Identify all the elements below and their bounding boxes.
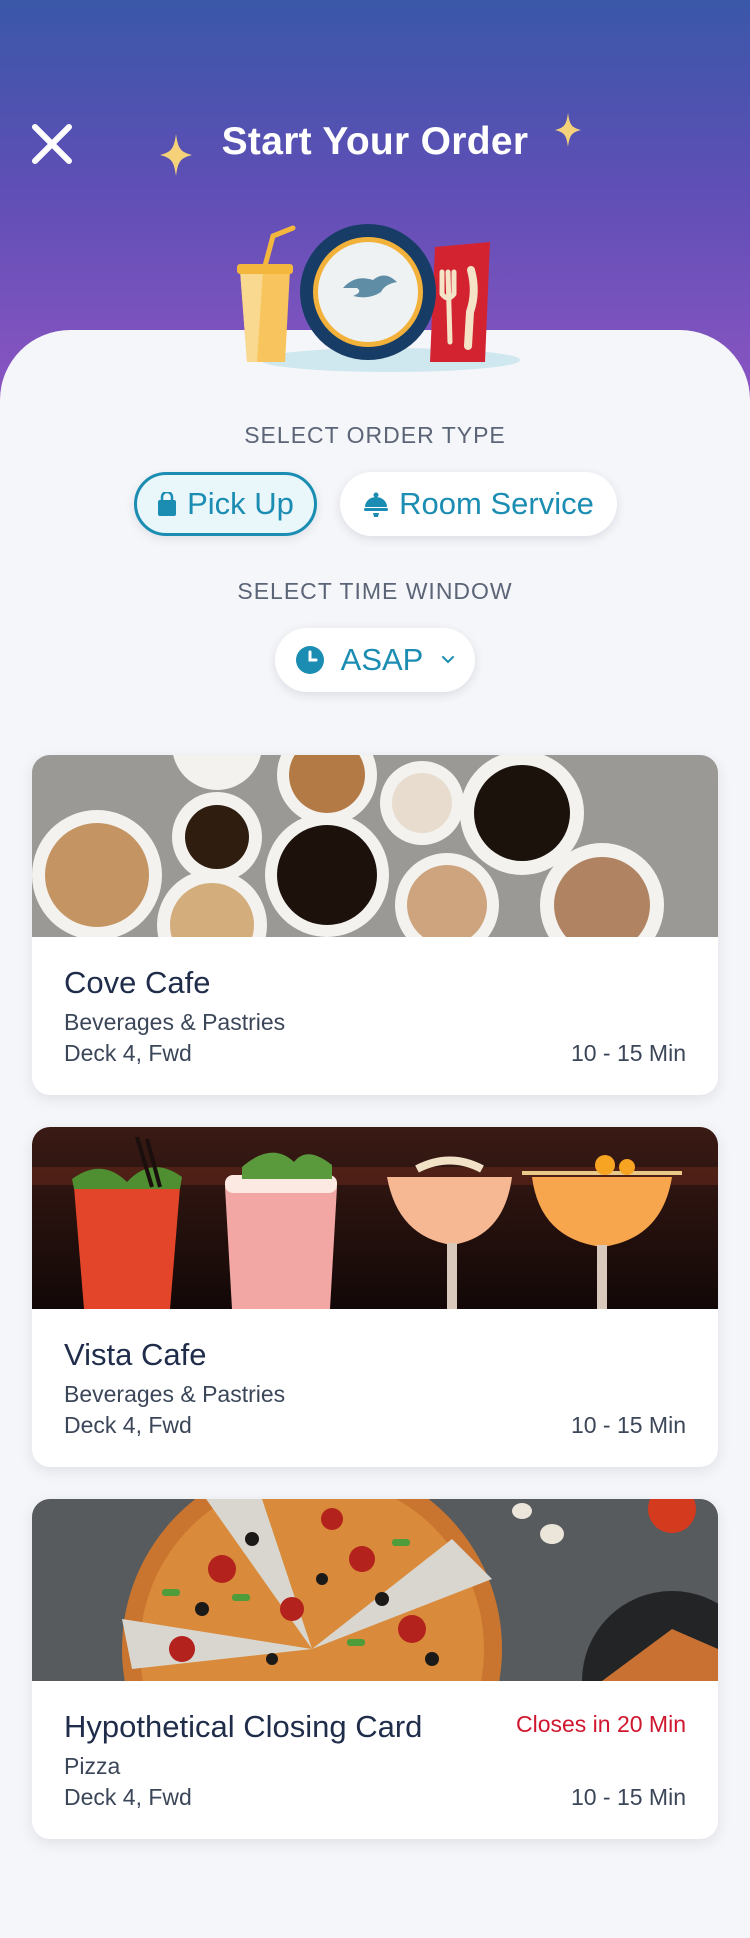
venue-name: Cove Cafe [64, 965, 211, 1000]
order-type-label: SELECT ORDER TYPE [244, 422, 506, 448]
time-window-value: ASAP [340, 642, 424, 677]
venue-category: Beverages & Pastries [64, 1381, 286, 1407]
chevron-down-icon [441, 655, 455, 665]
venue-card-hypothetical-closing[interactable]: Hypothetical Closing Card Closes in 20 M… [32, 1499, 718, 1839]
venue-location: Deck 4, Fwd [64, 1040, 192, 1066]
pizza-photo [32, 1499, 718, 1681]
venue-category: Beverages & Pastries [64, 1009, 286, 1035]
shopping-bag-icon [157, 492, 177, 516]
closing-soon-badge: Closes in 20 Min [515, 1711, 686, 1737]
venue-location: Deck 4, Fwd [64, 1784, 192, 1810]
venue-name: Vista Cafe [64, 1337, 207, 1372]
venue-category: Pizza [64, 1753, 121, 1779]
page-title: Start Your Order [221, 120, 529, 163]
venue-wait-time: 10 - 15 Min [570, 1040, 686, 1066]
dining-illustration [235, 222, 535, 372]
venue-card-cove-cafe[interactable]: Cove Cafe Beverages & Pastries Deck 4, F… [32, 755, 718, 1095]
cocktails-photo [32, 1127, 718, 1309]
coffee-cups-photo [32, 755, 718, 937]
venue-card-vista-cafe[interactable]: Vista Cafe Beverages & Pastries Deck 4, … [32, 1127, 718, 1467]
venue-name: Hypothetical Closing Card [64, 1709, 423, 1744]
room-service-option[interactable]: Room Service [340, 472, 617, 536]
time-window-dropdown[interactable]: ASAP [275, 628, 475, 692]
time-window-label: SELECT TIME WINDOW [237, 578, 513, 604]
room-service-label: Room Service [399, 486, 594, 521]
cloche-icon [363, 491, 389, 517]
venue-wait-time: 10 - 15 Min [570, 1784, 686, 1810]
venue-wait-time: 10 - 15 Min [570, 1412, 686, 1438]
clock-icon [295, 645, 325, 675]
venue-location: Deck 4, Fwd [64, 1412, 192, 1438]
pick-up-label: Pick Up [187, 486, 294, 521]
pick-up-option[interactable]: Pick Up [134, 472, 317, 536]
